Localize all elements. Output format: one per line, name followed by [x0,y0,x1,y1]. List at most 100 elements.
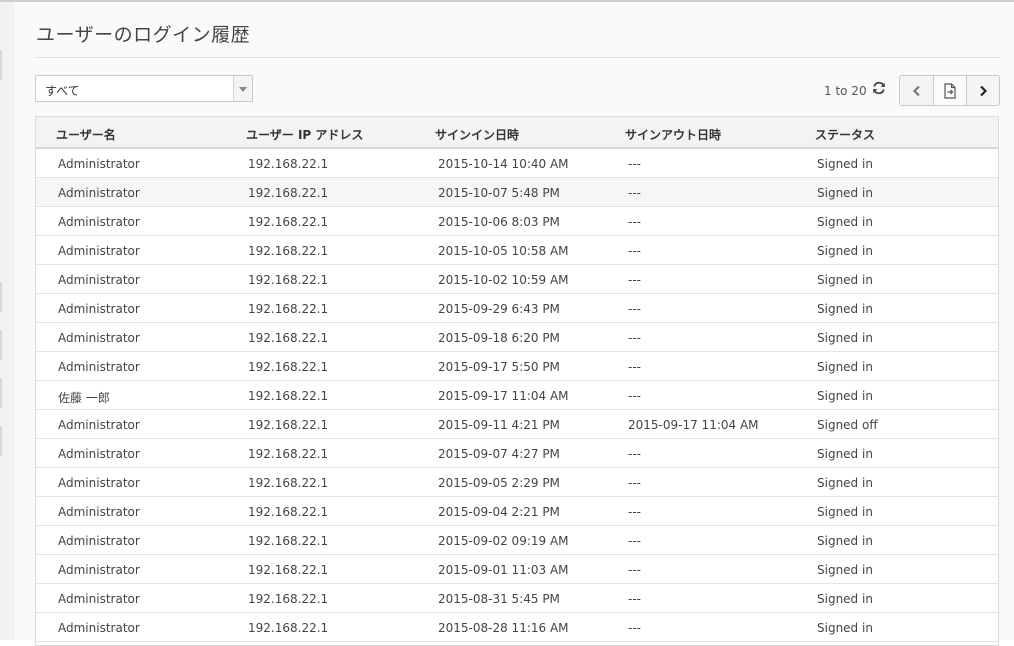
cell-username: Administrator [58,476,140,490]
cell-signin-time: 2015-09-29 6:43 PM [438,302,560,316]
cell-ip-address: 192.168.22.1 [248,621,329,635]
table-row[interactable]: Administrator 192.168.22.1 2015-09-11 4:21… [36,410,998,439]
sidebar-edge-tab[interactable] [0,282,2,312]
sidebar-edge-tab[interactable] [0,426,2,456]
cell-ip-address: 192.168.22.1 [248,447,329,461]
cell-ip-address: 192.168.22.1 [248,157,329,171]
cell-signin-time: 2015-09-11 4:21 PM [438,418,560,432]
dropdown-toggle[interactable] [233,76,252,101]
previous-page-button[interactable] [900,76,933,105]
cell-ip-address: 192.168.22.1 [248,360,329,374]
cell-signout-time: 2015-09-17 11:04 AM [628,418,759,432]
filter-dropdown[interactable]: すべて [35,75,253,102]
export-button[interactable] [933,76,966,105]
table-row[interactable]: Administrator 192.168.22.1 2015-09-04 2:21… [36,497,998,526]
cell-ip-address: 192.168.22.1 [248,273,329,287]
cell-status: Signed in [817,621,873,635]
column-header-status[interactable]: ステータス [815,126,875,143]
cell-username: Administrator [58,244,140,258]
cell-status: Signed in [817,505,873,519]
table-row[interactable]: Administrator 192.168.22.1 2015-09-05 2:29… [36,468,998,497]
cell-username: Administrator [58,563,140,577]
cell-ip-address: 192.168.22.1 [248,418,329,432]
cell-username: Administrator [58,331,140,345]
cell-signout-time: --- [628,505,641,519]
cell-ip-address: 192.168.22.1 [248,186,329,200]
chevron-left-icon [912,85,920,96]
left-sidebar-edge [0,0,16,640]
table-row[interactable]: Administrator 192.168.22.1 2015-08-28 11:1… [36,613,998,642]
cell-status: Signed off [817,418,878,432]
table-row[interactable]: Administrator 192.168.22.1 2015-10-07 5:48… [36,178,998,207]
cell-ip-address: 192.168.22.1 [248,505,329,519]
page-title: ユーザーのログイン履歴 [36,24,251,46]
cell-signin-time: 2015-09-17 5:50 PM [438,360,560,374]
table-row[interactable]: Administrator 192.168.22.1 2015-09-07 4:27… [36,439,998,468]
sidebar-edge-tab[interactable] [0,330,2,360]
table-row[interactable]: Administrator 192.168.22.1 2015-09-18 6:20… [36,323,998,352]
cell-signin-time: 2015-10-07 5:48 PM [438,186,560,200]
filter-selected-value: すべて [45,84,80,98]
column-header-username[interactable]: ユーザー名 [56,126,116,143]
cell-signout-time: --- [628,273,641,287]
title-divider [35,57,1000,58]
next-page-button[interactable] [966,76,999,105]
cell-ip-address: 192.168.22.1 [248,563,329,577]
export-document-icon [944,82,956,99]
cell-username: Administrator [58,273,140,287]
cell-status: Signed in [817,563,873,577]
cell-username: Administrator [58,302,140,316]
cell-signin-time: 2015-09-02 09:19 AM [438,534,569,548]
cell-username: 佐藤 一郎 [58,391,110,405]
table-row[interactable]: Administrator 192.168.22.1 2015-10-02 10:5… [36,265,998,294]
column-header-ip-address[interactable]: ユーザー IP アドレス [246,126,363,143]
cell-username: Administrator [58,157,140,171]
table-row[interactable]: Administrator 192.168.22.1 2015-09-29 6:43… [36,294,998,323]
cell-username: Administrator [58,418,140,432]
cell-signin-time: 2015-10-05 10:58 AM [438,244,569,258]
cell-status: Signed in [817,534,873,548]
sidebar-edge-tab[interactable] [0,378,2,408]
cell-status: Signed in [817,447,873,461]
cell-ip-address: 192.168.22.1 [248,534,329,548]
sidebar-edge-tab[interactable] [0,50,2,80]
cell-username: Administrator [58,447,140,461]
cell-ip-address: 192.168.22.1 [248,302,329,316]
login-history-table: ユーザー名 ユーザー IP アドレス サインイン日時 サインアウト日時 ステータ… [35,116,999,646]
cell-ip-address: 192.168.22.1 [248,592,329,606]
cell-status: Signed in [817,360,873,374]
cell-username: Administrator [58,186,140,200]
pagination-range: 1 to 20 [824,84,867,98]
table-row[interactable]: Administrator 192.168.22.1 2015-10-05 10:5… [36,236,998,265]
cell-status: Signed in [817,244,873,258]
cell-status: Signed in [817,389,873,403]
cell-signout-time: --- [628,360,641,374]
table-row[interactable]: Administrator 192.168.22.1 2015-09-17 5:50… [36,352,998,381]
table-row[interactable]: Administrator 192.168.22.1 2015-09-01 11:0… [36,555,998,584]
cell-username: Administrator [58,505,140,519]
cell-signin-time: 2015-08-28 11:16 AM [438,621,569,635]
cell-signout-time: --- [628,186,641,200]
cell-signout-time: --- [628,447,641,461]
cell-signin-time: 2015-09-07 4:27 PM [438,447,560,461]
table-row[interactable]: Administrator 192.168.22.1 2015-09-02 09:1… [36,526,998,555]
cell-signout-time: --- [628,215,641,229]
table-row[interactable]: 佐藤 一郎 192.168.22.1 2015-09-17 11:04 AM --- S… [36,381,998,410]
cell-username: Administrator [58,360,140,374]
table-row[interactable]: Administrator 192.168.22.1 2015-08-31 5:45… [36,584,998,613]
refresh-icon[interactable] [871,80,887,96]
cell-ip-address: 192.168.22.1 [248,476,329,490]
cell-status: Signed in [817,215,873,229]
cell-signout-time: --- [628,302,641,316]
column-header-signout-time[interactable]: サインアウト日時 [625,126,721,143]
table-row[interactable]: Administrator 192.168.22.1 2015-10-06 8:03… [36,207,998,236]
cell-status: Signed in [817,476,873,490]
cell-status: Signed in [817,302,873,316]
table-body: Administrator 192.168.22.1 2015-10-14 10:4… [36,149,998,642]
table-row[interactable]: Administrator 192.168.22.1 2015-10-14 10:4… [36,149,998,178]
table-header: ユーザー名 ユーザー IP アドレス サインイン日時 サインアウト日時 ステータ… [36,117,998,149]
column-header-signin-time[interactable]: サインイン日時 [435,126,519,143]
cell-signin-time: 2015-08-31 5:45 PM [438,592,560,606]
cell-signout-time: --- [628,389,641,403]
cell-signout-time: --- [628,157,641,171]
